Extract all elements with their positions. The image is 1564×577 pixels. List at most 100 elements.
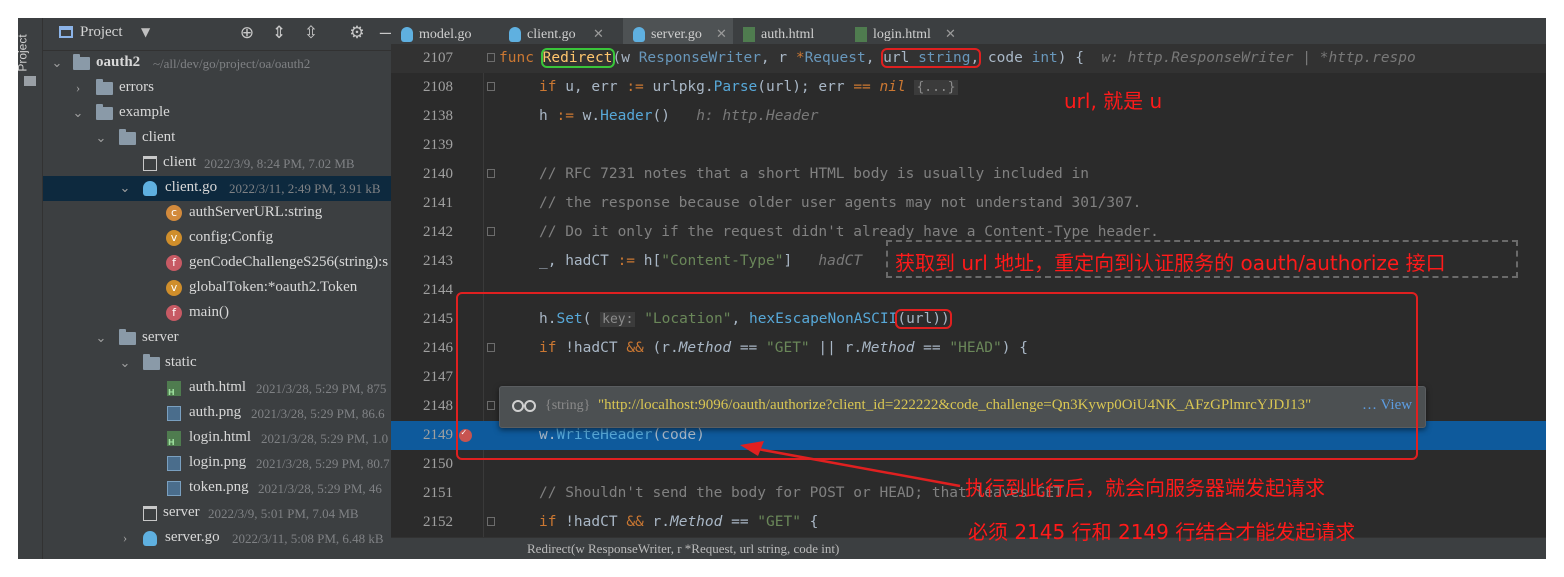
code-token: , [865, 50, 884, 66]
tree-item-main[interactable]: f main() [43, 301, 391, 326]
html-file-icon [855, 27, 867, 42]
locate-icon[interactable]: ⊕ [237, 23, 257, 43]
code-comment: // RFC 7231 notes that a short HTML body… [539, 166, 1089, 182]
code-line[interactable]: 2140 // RFC 7231 notes that a short HTML… [391, 160, 1546, 189]
inline-hint: h: http.Header [696, 108, 819, 124]
code-token: Parse [713, 79, 758, 95]
chevron-down-icon[interactable]: ⌄ [119, 355, 131, 371]
line-number: 2152 [423, 514, 453, 530]
fold-icon[interactable] [487, 82, 495, 91]
collapse-all-icon[interactable]: ⇳ [301, 23, 321, 43]
chevron-down-icon[interactable]: ⌄ [95, 130, 107, 146]
tree-item-label: login.png [189, 454, 247, 470]
tree-item-token-png[interactable]: token.png 2021/3/28, 5:29 PM, 46 [43, 476, 391, 501]
tree-item-auth-png[interactable]: auth.png 2021/3/28, 5:29 PM, 86.6 [43, 401, 391, 426]
code-line[interactable]: 2141 // the response because older user … [391, 189, 1546, 218]
tree-item-errors[interactable]: › errors [43, 76, 391, 101]
tree-item-client-binary[interactable]: client 2022/3/9, 8:24 PM, 7.02 MB [43, 151, 391, 176]
code-token: int [1031, 50, 1058, 66]
folder-icon [73, 54, 90, 70]
folder-icon [119, 129, 136, 145]
html-file-icon [167, 431, 181, 447]
tree-item-login-html[interactable]: login.html 2021/3/28, 5:29 PM, 1.0 [43, 426, 391, 451]
tree-item-auth-html[interactable]: auth.html 2021/3/28, 5:29 PM, 875 [43, 376, 391, 401]
line-number: 2146 [423, 340, 453, 356]
tree-item-meta: 2021/3/28, 5:29 PM, 86.6 [251, 406, 385, 421]
tree-item-oauth2[interactable]: ⌄ oauth2 ~/all/dev/go/project/oa/oauth2 [43, 51, 391, 76]
line-number: 2142 [423, 224, 453, 240]
chevron-down-icon[interactable]: ⌄ [51, 55, 63, 71]
line-number: 2107 [423, 50, 453, 66]
fold-icon[interactable] [487, 517, 495, 526]
code-line[interactable]: 2107 func Redirect(w ResponseWriter, r *… [391, 44, 1546, 73]
tree-item-client-folder[interactable]: ⌄ client [43, 126, 391, 151]
tree-item-meta: 2022/3/9, 5:01 PM, 7.04 MB [208, 506, 359, 521]
folded-region[interactable]: {...} [914, 80, 958, 95]
tree-item-authserverurl[interactable]: c authServerURL:string [43, 201, 391, 226]
code-token: := [617, 253, 636, 269]
tree-item-label: authServerURL:string [189, 204, 323, 220]
line-number: 2145 [423, 311, 453, 327]
tree-item-globaltoken[interactable]: v globalToken:*oauth2.Token [43, 276, 391, 301]
tree-item-login-png[interactable]: login.png 2021/3/28, 5:29 PM, 80.7 [43, 451, 391, 476]
tree-item-server-binary[interactable]: server 2022/3/9, 5:01 PM, 7.04 MB [43, 501, 391, 526]
project-view-selector[interactable]: Project [80, 24, 123, 41]
tree-item-label: genCodeChallengeS256(string):s [189, 254, 389, 270]
project-tool-label: Project [18, 34, 30, 72]
folder-icon [96, 79, 113, 95]
tool-window-stripe: Project [18, 18, 43, 559]
close-icon[interactable]: ✕ [593, 26, 604, 42]
tree-item-label: server [142, 329, 179, 345]
gear-icon[interactable]: ⚙ [347, 23, 367, 43]
tree-item-config[interactable]: v config:Config [43, 226, 391, 251]
tree-item-meta: 2022/3/11, 2:49 PM, 3.91 kB [229, 181, 381, 196]
folder-icon [24, 76, 36, 86]
go-file-icon [401, 27, 413, 42]
tree-item-server-folder[interactable]: ⌄ server [43, 326, 391, 351]
code-line[interactable]: 2108 if u, err := urlpkg.Parse(url); err… [391, 73, 1546, 102]
project-tool-button[interactable]: Project [18, 26, 39, 82]
code-token: ResponseWriter [638, 50, 761, 66]
annotation-box [456, 292, 1418, 460]
code-token: := [556, 108, 574, 124]
chevron-right-icon[interactable]: › [119, 530, 131, 546]
code-line[interactable]: 2139 [391, 131, 1546, 160]
tree-item-gencodechallenge[interactable]: f genCodeChallengeS256(string):s [43, 251, 391, 276]
image-file-icon [167, 456, 181, 471]
tree-item-example[interactable]: ⌄ example [43, 101, 391, 126]
chevron-down-icon[interactable]: ⌄ [95, 330, 107, 346]
code-token: url [883, 50, 919, 66]
code-token: { [800, 514, 819, 530]
tree-item-client-go[interactable]: ⌄ client.go 2022/3/11, 2:49 PM, 3.91 kB [43, 176, 391, 201]
fold-icon[interactable] [487, 169, 495, 178]
code-token: u, err [556, 79, 627, 95]
tree-item-meta: 2022/3/11, 5:08 PM, 6.48 kB [232, 531, 384, 546]
code-token: h[ [635, 253, 662, 269]
line-number: 2108 [423, 79, 453, 95]
fold-icon[interactable] [487, 53, 495, 62]
code-token: nil [879, 79, 906, 95]
close-icon[interactable]: ✕ [945, 26, 956, 42]
code-token: == [853, 79, 871, 95]
code-comment: // the response because older user agent… [539, 195, 1142, 211]
chevron-down-icon[interactable]: ⌄ [72, 105, 84, 121]
code-token: !hadCT [556, 514, 627, 530]
line-number: 2141 [423, 195, 453, 211]
code-token: ] [783, 253, 793, 269]
expand-all-icon[interactable]: ⇕ [269, 23, 289, 43]
image-file-icon [167, 481, 181, 496]
code-line[interactable]: 2138 h := w.Header() h: http.Header [391, 102, 1546, 131]
chevron-down-icon[interactable]: ▼ [141, 25, 150, 39]
code-token: ) { [1057, 50, 1084, 66]
chevron-down-icon[interactable]: ⌄ [119, 180, 131, 196]
tab-label: model.go [419, 27, 472, 42]
chevron-right-icon[interactable]: › [72, 80, 84, 96]
project-panel: Project ▼ ⊕ ⇕ ⇳ ⚙ — ⌄ oauth2 ~/all/dev/g… [43, 18, 396, 559]
close-icon[interactable]: ✕ [716, 26, 727, 42]
code-token: if [539, 79, 557, 95]
fold-icon[interactable] [487, 227, 495, 236]
tree-item-server-go[interactable]: › server.go 2022/3/11, 5:08 PM, 6.48 kB [43, 526, 391, 551]
tree-item-static[interactable]: ⌄ static [43, 351, 391, 376]
go-file-icon [633, 27, 645, 42]
code-token: _, hadCT [539, 253, 618, 269]
